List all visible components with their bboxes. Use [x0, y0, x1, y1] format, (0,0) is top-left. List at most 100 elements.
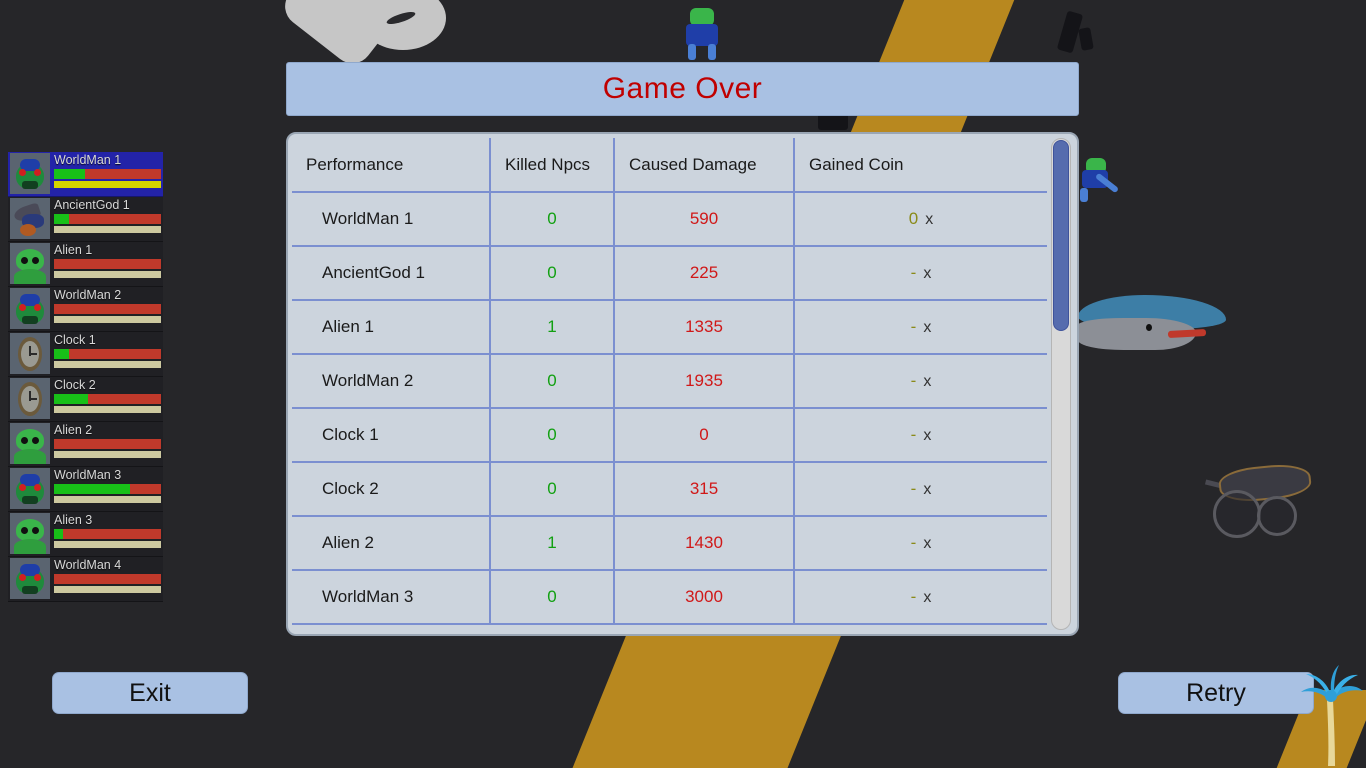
scrollbar-thumb[interactable] — [1053, 140, 1069, 332]
avatar — [10, 198, 50, 239]
player-list-item[interactable]: AncientGod 1 — [8, 197, 163, 242]
killed-value: 1 — [547, 317, 557, 336]
stamina-bar — [54, 271, 161, 278]
coin-multiplier-icon: x — [923, 535, 932, 552]
player-info: Clock 1 — [50, 333, 161, 368]
cell-killed-npcs: 0 — [490, 570, 615, 625]
results-scrollbar[interactable] — [1051, 138, 1071, 630]
game-scene: WorldMan 1 AncientGod 1 Alien 1 WorldMan 2C… — [0, 0, 1366, 768]
avatar — [10, 468, 50, 509]
player-list-item[interactable]: Alien 2 — [8, 422, 163, 467]
cell-gained-coin: 0x — [794, 192, 1047, 247]
player-info: WorldMan 3 — [50, 468, 161, 503]
health-bar-fill — [54, 484, 130, 494]
coin-value: - — [910, 479, 917, 498]
avatar — [10, 423, 50, 464]
cell-killed-npcs: 0 — [490, 354, 615, 409]
coin-multiplier-icon: x — [923, 319, 932, 336]
player-list-item[interactable]: Clock 1 — [8, 332, 163, 377]
health-bar — [54, 214, 161, 224]
player-name-label: Clock 1 — [54, 333, 96, 347]
cell-gained-coin: -x — [794, 462, 1047, 517]
player-info: Alien 3 — [50, 513, 161, 548]
player-info: Alien 2 — [50, 423, 161, 458]
cell-caused-damage: 1935 — [614, 354, 795, 409]
player-name-label: WorldMan 2 — [54, 288, 122, 302]
cell-gained-coin: -x — [794, 516, 1047, 571]
avatar — [10, 243, 50, 284]
exit-button[interactable]: Exit — [52, 672, 248, 714]
player-name-label: Clock 2 — [54, 378, 96, 392]
cell-killed-npcs: 0 — [490, 408, 615, 463]
avatar — [10, 378, 50, 419]
table-row: Clock 2 0 315 - x — [292, 462, 1047, 517]
player-name-label: WorldMan 4 — [54, 558, 122, 572]
results-table-body: WorldMan 1 0 590 0 x AncientGod 1 0 225- x Alien … — [292, 192, 1047, 625]
player-list-item[interactable]: Alien 1 — [8, 242, 163, 287]
cart-wheel — [1213, 490, 1261, 538]
player-list-item[interactable]: WorldMan 4 — [8, 557, 163, 602]
coin-multiplier-icon: x — [923, 427, 932, 444]
table-row: Alien 1 1 1335 - x — [292, 300, 1047, 355]
health-bar — [54, 439, 161, 449]
killed-value: 0 — [547, 263, 557, 282]
retry-button[interactable]: Retry — [1118, 672, 1314, 714]
player-info: WorldMan 4 — [50, 558, 161, 593]
player-list: WorldMan 1 AncientGod 1 Alien 1 WorldMan 2 C… — [8, 152, 163, 602]
health-bar — [54, 349, 161, 359]
health-bar-fill — [54, 169, 86, 179]
player-name-label: Alien 3 — [54, 513, 93, 527]
killed-value: 0 — [547, 479, 557, 498]
table-row: Clock 1 0 0 -x — [292, 408, 1047, 463]
killed-value: 0 — [547, 209, 557, 228]
cell-killed-npcs: 0 — [490, 192, 615, 247]
damage-value: 1335 — [685, 317, 723, 336]
player-info: Alien 1 — [50, 243, 161, 278]
coin-value: 0 — [908, 209, 919, 228]
coin-value: - — [910, 371, 917, 390]
health-bar — [54, 529, 161, 539]
debris-prop — [1078, 27, 1094, 51]
avatar — [10, 558, 50, 599]
player-list-item[interactable]: WorldMan 2 — [8, 287, 163, 332]
column-header-killed-npcs: Killed Npcs — [490, 138, 615, 193]
table-row: WorldMan 1 0 590 0 x — [292, 192, 1047, 247]
damage-value: 225 — [689, 263, 719, 282]
npc-character — [1080, 158, 1120, 204]
player-info: WorldMan 1 — [50, 153, 161, 188]
health-bar — [54, 169, 161, 179]
stamina-bar — [54, 406, 161, 413]
player-name-label: WorldMan 1 — [54, 153, 122, 167]
cell-killed-npcs: 1 — [490, 516, 615, 571]
exit-button-label: Exit — [129, 678, 171, 707]
player-list-item[interactable]: Clock 2 — [8, 377, 163, 422]
player-name-label: Alien 1 — [54, 243, 93, 257]
table-row: WorldMan 3 0 3000 - x — [292, 570, 1047, 625]
cell-caused-damage: 315 — [614, 462, 795, 517]
damage-value: 1430 — [685, 533, 723, 552]
cell-caused-damage: 1335 — [614, 300, 795, 355]
road-stripe — [567, 620, 848, 768]
health-bar — [54, 394, 161, 404]
table-row: Alien 2 1 1430 - x — [292, 516, 1047, 571]
player-list-item[interactable]: WorldMan 3 — [8, 467, 163, 512]
coin-multiplier-icon: x — [923, 265, 932, 282]
coin-multiplier-icon: x — [923, 481, 932, 498]
cell-gained-coin: -x — [794, 354, 1047, 409]
column-header-performance: Performance — [292, 138, 491, 193]
game-over-title-bar: Game Over — [286, 62, 1079, 116]
health-bar-fill — [54, 349, 69, 359]
stamina-bar — [54, 316, 161, 323]
player-list-item[interactable]: WorldMan 1 — [8, 152, 163, 197]
killed-value: 0 — [547, 371, 557, 390]
damage-value: 1935 — [685, 371, 723, 390]
cell-player-name: AncientGod 1 — [292, 246, 491, 301]
cell-caused-damage: 3000 — [614, 570, 795, 625]
coin-value: - — [910, 317, 917, 336]
avatar — [10, 513, 50, 554]
player-list-item[interactable]: Alien 3 — [8, 512, 163, 557]
coin-multiplier-icon: x — [923, 589, 932, 606]
health-bar — [54, 304, 161, 314]
results-header-row: Performance Killed Npcs Caused Damage Ga… — [292, 138, 1047, 193]
results-table-wrapper: Performance Killed Npcs Caused Damage Ga… — [292, 138, 1047, 630]
